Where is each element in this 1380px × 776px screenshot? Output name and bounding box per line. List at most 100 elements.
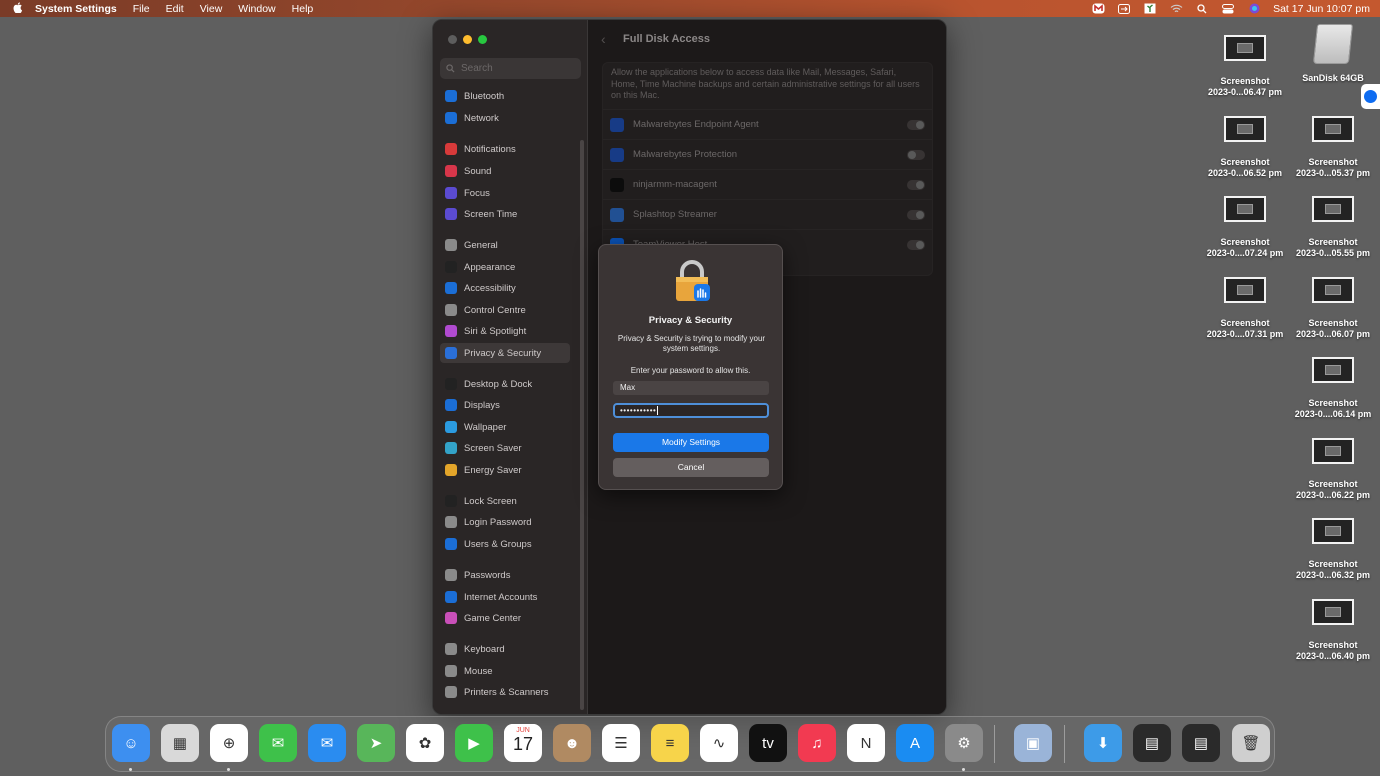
- sidebar-item-passwords[interactable]: Passwords: [440, 565, 570, 585]
- help-menu[interactable]: Help: [284, 3, 322, 15]
- sidebar-item-bluetooth[interactable]: Bluetooth: [440, 86, 570, 106]
- apple-menu-icon[interactable]: [0, 1, 31, 16]
- sidebar-item-screen-saver[interactable]: Screen Saver: [440, 438, 570, 458]
- wifi-icon[interactable]: [1169, 3, 1183, 14]
- sidebar-item-wallpaper[interactable]: Wallpaper: [440, 417, 570, 437]
- control-centre-icon[interactable]: [1221, 3, 1235, 14]
- remote-status-icon[interactable]: [1117, 3, 1131, 14]
- desktop-screenshot-file[interactable]: Screenshot 2023-0...05.55 pm: [1291, 196, 1375, 259]
- dock-photos-icon[interactable]: ✿: [406, 724, 444, 762]
- sidebar-item-energy-saver[interactable]: Energy Saver: [440, 460, 570, 480]
- dock-contacts-icon[interactable]: ☻: [553, 724, 591, 762]
- dock-app-store-icon[interactable]: A: [896, 724, 934, 762]
- dock-finder-icon[interactable]: ☺: [112, 724, 150, 762]
- dock-glyph: ✉: [271, 735, 285, 752]
- desktop-screenshot-file[interactable]: Screenshot 2023-0...06.40 pm: [1291, 599, 1375, 662]
- desktop-screenshot-file[interactable]: Screenshot 2023-0....06.14 pm: [1291, 357, 1375, 420]
- malwarebytes-status-icon[interactable]: [1091, 3, 1105, 14]
- plant-status-icon[interactable]: [1143, 3, 1157, 14]
- teamviewer-handle-icon[interactable]: [1361, 84, 1380, 109]
- window-minimize-button[interactable]: [463, 35, 472, 44]
- sidebar-item-label: Notifications: [464, 143, 516, 155]
- desktop-screenshot-file[interactable]: Screenshot 2023-0...06.47 pm: [1203, 35, 1287, 98]
- sidebar-item-notifications[interactable]: Notifications: [440, 139, 570, 159]
- dock-notes-icon[interactable]: ≡: [651, 724, 689, 762]
- screenshot-thumbnail-icon: [1312, 116, 1354, 142]
- window-menu[interactable]: Window: [230, 3, 283, 15]
- dock-trash-icon[interactable]: 🗑: [1232, 724, 1270, 762]
- desktop-screenshot-file[interactable]: Screenshot 2023-0...06.07 pm: [1291, 277, 1375, 340]
- sidebar-item-focus[interactable]: Focus: [440, 183, 570, 203]
- dock-news-icon[interactable]: N: [847, 724, 885, 762]
- sidebar-item-privacy-security[interactable]: Privacy & Security: [440, 343, 570, 363]
- sidebar-item-accessibility[interactable]: Accessibility: [440, 278, 570, 298]
- view-menu[interactable]: View: [192, 3, 231, 15]
- dock-recent-window-2-icon[interactable]: ▤: [1182, 724, 1220, 762]
- dock-launchpad-icon[interactable]: ▦: [161, 724, 199, 762]
- sidebar-item-control-centre[interactable]: Control Centre: [440, 300, 570, 320]
- dock-mail-icon[interactable]: ✉: [308, 724, 346, 762]
- dock-recent-window-1-icon[interactable]: ▤: [1133, 724, 1171, 762]
- password-field[interactable]: •••••••••••: [613, 403, 769, 418]
- clock[interactable]: Sat 17 Jun 10:07 pm: [1267, 3, 1380, 15]
- desktop-screenshot-file[interactable]: Screenshot 2023-0...05.37 pm: [1291, 116, 1375, 179]
- dock-maps-icon[interactable]: ➤: [357, 724, 395, 762]
- dock-downloads-icon[interactable]: ⬇: [1084, 724, 1122, 762]
- desktop-screenshot-file[interactable]: Screenshot 2023-0....07.24 pm: [1203, 196, 1287, 259]
- file-menu[interactable]: File: [125, 3, 158, 15]
- sidebar-item-game-center[interactable]: Game Center: [440, 608, 570, 628]
- sidebar-item-appearance[interactable]: Appearance: [440, 257, 570, 277]
- edit-menu[interactable]: Edit: [158, 3, 192, 15]
- sidebar-item-network[interactable]: Network: [440, 108, 570, 128]
- dock-messages-icon[interactable]: ✉: [259, 724, 297, 762]
- window-zoom-button[interactable]: [478, 35, 487, 44]
- username-field[interactable]: Max: [613, 381, 769, 395]
- dock-reminders-icon[interactable]: ☰: [602, 724, 640, 762]
- desktop-screenshot-file[interactable]: Screenshot 2023-0...06.22 pm: [1291, 438, 1375, 501]
- sidebar-item-displays[interactable]: Displays: [440, 395, 570, 415]
- sidebar-item-mouse[interactable]: Mouse: [440, 661, 570, 681]
- mouse-icon: [445, 665, 457, 677]
- calendar-day: 17: [512, 734, 534, 754]
- control-centre-icon: [445, 304, 457, 316]
- sidebar-item-siri-spotlight[interactable]: Siri & Spotlight: [440, 321, 570, 341]
- sidebar-item-internet-accounts[interactable]: Internet Accounts: [440, 587, 570, 607]
- cancel-button[interactable]: Cancel: [613, 458, 769, 477]
- dock-safari-icon[interactable]: ⊕: [210, 724, 248, 762]
- screenshot-thumbnail-icon: [1312, 357, 1354, 383]
- file-label-line2: 2023-0....07.31 pm: [1206, 329, 1284, 339]
- sidebar-item-keyboard[interactable]: Keyboard: [440, 639, 570, 659]
- dock-system-settings-icon[interactable]: ⚙: [945, 724, 983, 762]
- window-close-button[interactable]: [448, 35, 457, 44]
- dock-facetime-icon[interactable]: ▶: [455, 724, 493, 762]
- sidebar-item-users-groups[interactable]: Users & Groups: [440, 534, 570, 554]
- sidebar-item-printers-scanners[interactable]: Printers & Scanners: [440, 682, 570, 702]
- file-label-line2: 2023-0...06.32 pm: [1295, 570, 1371, 580]
- search-input[interactable]: Search: [440, 58, 581, 79]
- dock-glyph: ⊕: [222, 735, 236, 752]
- dock-preview-icon[interactable]: ▣: [1014, 724, 1052, 762]
- desktop-screenshot-file[interactable]: Screenshot 2023-0...06.32 pm: [1291, 518, 1375, 581]
- file-label-line1: Screenshot: [1308, 157, 1358, 167]
- dock-glyph: ▣: [1025, 735, 1041, 752]
- sidebar-item-screen-time[interactable]: Screen Time: [440, 204, 570, 224]
- file-label-line2: 2023-0...06.40 pm: [1295, 651, 1371, 661]
- sidebar-item-login-password[interactable]: Login Password: [440, 512, 570, 532]
- dock-apple-tv-icon[interactable]: tv: [749, 724, 787, 762]
- modify-settings-button[interactable]: Modify Settings: [613, 433, 769, 452]
- sidebar-item-desktop-dock[interactable]: Desktop & Dock: [440, 374, 570, 394]
- app-name-menu[interactable]: System Settings: [31, 3, 125, 15]
- siri-icon[interactable]: [1247, 3, 1261, 14]
- desktop-screenshot-file[interactable]: Screenshot 2023-0...06.52 pm: [1203, 116, 1287, 179]
- sandisk-drive-icon[interactable]: SanDisk 64GB: [1300, 24, 1366, 84]
- dock-calendar-icon[interactable]: JUN 17: [504, 724, 542, 762]
- dock-freeform-icon[interactable]: ∿: [700, 724, 738, 762]
- sidebar-item-lock-screen[interactable]: Lock Screen: [440, 491, 570, 511]
- sidebar-item-general[interactable]: General: [440, 235, 570, 255]
- dock-music-icon[interactable]: ♫: [798, 724, 836, 762]
- sidebar-scrollbar[interactable]: [580, 140, 584, 710]
- desktop-screenshot-file[interactable]: Screenshot 2023-0....07.31 pm: [1203, 277, 1287, 340]
- sidebar-item-sound[interactable]: Sound: [440, 161, 570, 181]
- sidebar-item-label: General: [464, 239, 498, 251]
- spotlight-search-icon[interactable]: [1195, 3, 1209, 14]
